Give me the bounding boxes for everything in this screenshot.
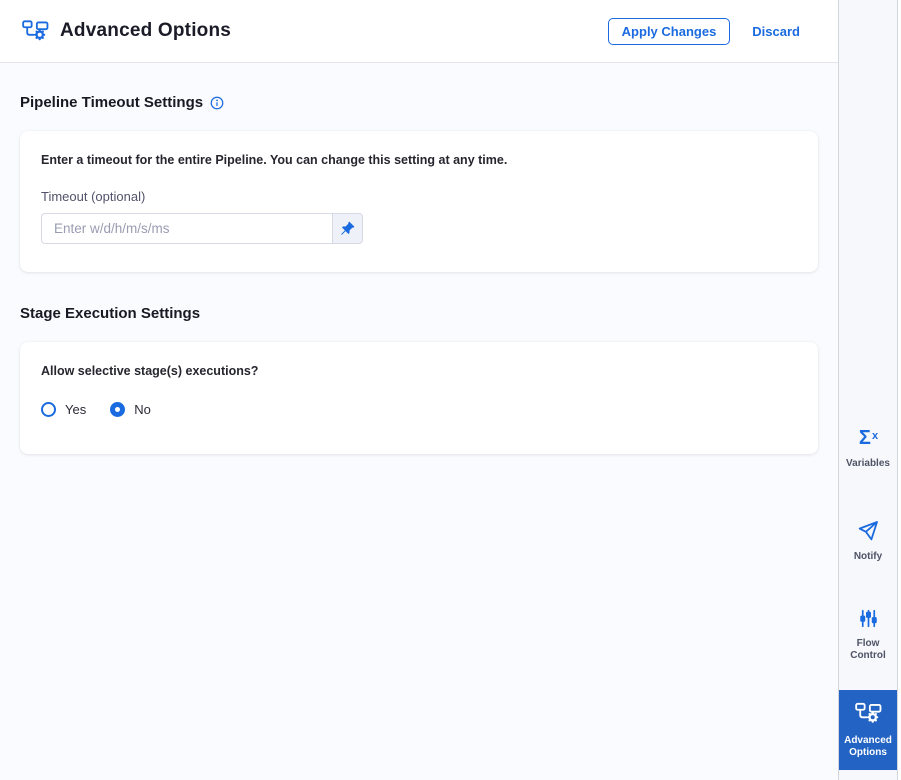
pipeline-timeout-heading: Pipeline Timeout Settings: [20, 94, 818, 111]
radio-yes-circle[interactable]: [41, 402, 56, 417]
radio-yes-label: Yes: [65, 402, 87, 417]
pipeline-gear-icon: [22, 19, 49, 44]
stage-execution-heading-text: Stage Execution Settings: [20, 305, 201, 322]
selective-execution-radio-group: Yes No: [41, 402, 797, 417]
pipeline-gear-icon: [854, 701, 882, 727]
radio-option-no[interactable]: No: [110, 402, 151, 417]
timeout-input[interactable]: [41, 213, 332, 244]
page-title: Advanced Options: [60, 20, 232, 41]
timeout-description: Enter a timeout for the entire Pipeline.…: [41, 153, 508, 167]
apply-changes-button[interactable]: Apply Changes: [607, 17, 731, 45]
pin-button[interactable]: [332, 213, 363, 244]
sigma-x-icon: Σx: [858, 427, 879, 449]
radio-no-circle[interactable]: [110, 402, 126, 417]
sidebar-item-advanced-options[interactable]: Advanced Options: [839, 690, 897, 770]
sidebar-label-notify: Notify: [853, 551, 883, 562]
sliders-icon: [839, 605, 897, 631]
sidebar-item-flow-control[interactable]: Flow Control: [839, 605, 897, 662]
settings-content: Pipeline Timeout Settings Enter a timeou…: [0, 63, 838, 780]
sidebar-label-variables: Variables: [846, 458, 890, 469]
radio-no-label: No: [134, 402, 151, 417]
stage-execution-card: Allow selective stage(s) executions? Yes…: [20, 342, 818, 454]
sidebar-item-notify[interactable]: Notify: [839, 518, 897, 563]
timeout-field-label: Timeout (optional): [41, 189, 146, 204]
radio-option-yes[interactable]: Yes: [41, 402, 86, 417]
sidebar-label-advanced-options: Advanced Options: [844, 735, 892, 758]
sidebar-item-variables[interactable]: Σx Variables: [839, 425, 897, 470]
stage-execution-heading: Stage Execution Settings: [20, 305, 818, 322]
pipeline-timeout-card: Enter a timeout for the entire Pipeline.…: [20, 131, 818, 272]
discard-link[interactable]: Discard: [752, 24, 800, 39]
info-icon[interactable]: [210, 96, 224, 110]
paper-plane-icon: [839, 518, 897, 544]
timeout-input-group: [41, 213, 363, 244]
pin-icon: [340, 221, 355, 236]
pipeline-timeout-heading-text: Pipeline Timeout Settings: [20, 94, 204, 111]
main-panel: Advanced Options Apply Changes Discard P…: [0, 0, 838, 780]
sidebar-label-flow-control: Flow Control: [850, 638, 886, 661]
panel-header: Advanced Options Apply Changes Discard: [0, 0, 838, 63]
right-toolbar: Σx Variables Notify Flow Control Advance…: [838, 0, 898, 780]
selective-execution-question: Allow selective stage(s) executions?: [41, 364, 259, 378]
